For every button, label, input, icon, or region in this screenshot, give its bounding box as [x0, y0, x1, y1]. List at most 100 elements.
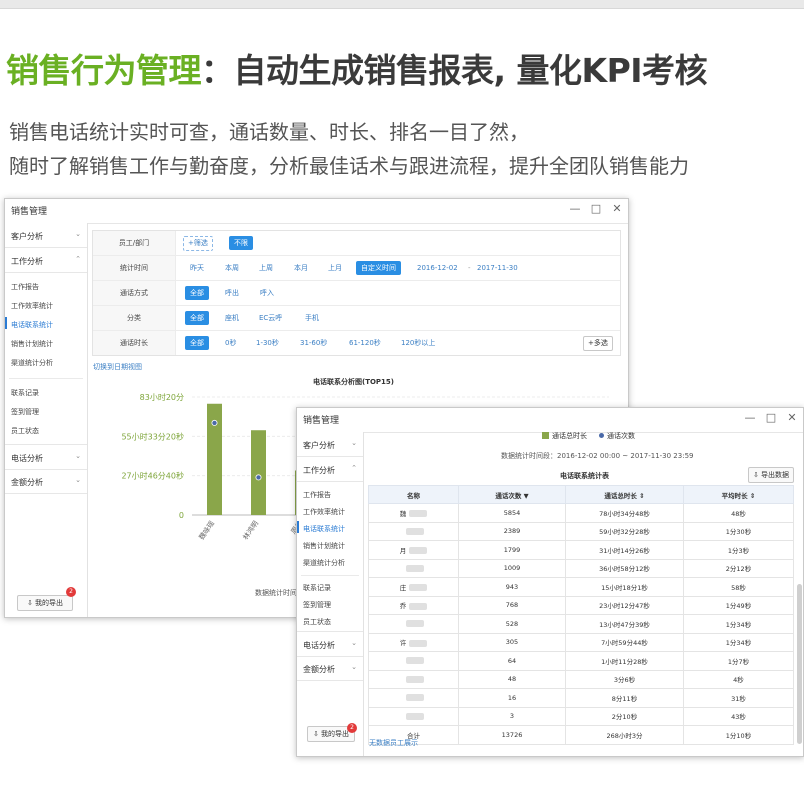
chart-title: 电话联系分析图(TOP15) [313, 378, 394, 386]
sidebar-item-sales-plan[interactable]: 销售计划统计 [11, 339, 53, 349]
cell-text: 2389 [503, 527, 521, 536]
table-row[interactable]: 64 1小时11分28秒 1分7秒 [368, 651, 794, 671]
filter-option[interactable]: 上周 [259, 262, 273, 275]
call-stats-table: 名称 通话次数 ▼ 通话总时长 ⇕ 平均时长 ⇕ 魏 5854 78小时34分48秒… [368, 485, 794, 745]
vertical-scrollbar[interactable] [797, 584, 802, 744]
table-row[interactable]: 月 1799 31小时14分26秒 1分3秒 [368, 540, 794, 560]
chevron-down-icon: ⌄ [75, 230, 81, 238]
filter-option[interactable]: 全部 [185, 336, 209, 350]
sidebar-group-customer[interactable]: 客户分析 ⌄ [297, 432, 363, 457]
sidebar-item-work-report[interactable]: 工作报告 [303, 490, 331, 500]
table-row[interactable]: 庄 943 15小时18分1秒 58秒 [368, 577, 794, 597]
table-cell-total: 31小时14分26秒 [565, 540, 684, 560]
show-no-data-staff-link[interactable]: 无数据员工展示 [369, 738, 418, 748]
minimize-icon[interactable]: — [743, 411, 757, 424]
sidebar-item-efficiency[interactable]: 工作效率统计 [11, 301, 53, 311]
filter-option[interactable]: 昨天 [190, 262, 204, 275]
table-row[interactable]: 528 13小时47分39秒 1分34秒 [368, 614, 794, 634]
export-label: 我的导出 [321, 730, 350, 738]
filter-option[interactable]: 手机 [305, 312, 319, 325]
sidebar-group-amount[interactable]: 金额分析 ⌄ [297, 656, 363, 681]
sidebar-group-customer[interactable]: 客户分析 ⌄ [5, 223, 87, 248]
table-cell-total: 268小时3分 [565, 725, 684, 745]
date-start-field[interactable]: 2016-12-02 [417, 262, 458, 275]
filter-option[interactable]: 自定义时间 [356, 261, 401, 275]
table-row[interactable]: 3 2分10秒 43秒 [368, 706, 794, 726]
sidebar-item-sales-plan[interactable]: 销售计划统计 [303, 541, 345, 551]
date-end-field[interactable]: 2017-11-30 [477, 262, 518, 275]
table-cell-name [368, 669, 459, 689]
table-cell-count: 768 [458, 595, 566, 615]
filter-option[interactable]: 0秒 [225, 337, 236, 350]
table-cell-avg: 1分10秒 [683, 725, 794, 745]
sidebar-group-phone[interactable]: 电话分析 ⌄ [297, 631, 363, 657]
col-header-total[interactable]: 通话总时长 ⇕ [565, 485, 684, 504]
filter-option[interactable]: 座机 [225, 312, 239, 325]
sidebar-item-call-stats[interactable]: 电话联系统计 [11, 320, 53, 330]
sidebar-item-work-report[interactable]: 工作报告 [11, 282, 39, 292]
maximize-icon[interactable]: □ [764, 411, 778, 424]
filter-option[interactable]: 全部 [185, 286, 209, 300]
sidebar-item-channel[interactable]: 渠道统计分析 [11, 358, 53, 368]
sidebar-group-work[interactable]: 工作分析 ⌃ [5, 248, 87, 273]
filter-option[interactable]: 31-60秒 [300, 337, 327, 350]
bar [251, 430, 266, 515]
table-row[interactable]: 16 8分11秒 31秒 [368, 688, 794, 708]
export-data-button[interactable]: ⇩ 导出数据 [748, 467, 794, 483]
cell-text: 7小时59分44秒 [601, 639, 648, 648]
filter-add-button[interactable]: +筛选 [183, 236, 213, 251]
table-cell-total: 36小时58分12秒 [565, 558, 684, 578]
filter-option[interactable]: 呼出 [225, 287, 239, 300]
minimize-icon[interactable]: — [568, 202, 582, 215]
table-cell-avg: 1分30秒 [683, 521, 794, 541]
sidebar-group-phone[interactable]: 电话分析 ⌄ [5, 444, 87, 470]
switch-date-view-link[interactable]: 切换到日期视图 [93, 362, 142, 372]
blurred-name [406, 620, 424, 628]
sidebar-group-amount[interactable]: 金额分析 ⌄ [5, 469, 87, 494]
table-row[interactable]: 魏 5854 78小时34分48秒 48秒 [368, 503, 794, 523]
headline-colon: ： [201, 51, 234, 90]
table-row[interactable]: 许 305 7小时59分44秒 1分34秒 [368, 632, 794, 652]
table-cell-name: 许 [368, 632, 459, 652]
my-export-button[interactable]: ⇩ 我的导出 [17, 595, 73, 611]
filter-option[interactable]: EC云呼 [259, 312, 282, 325]
sidebar-item-checkin[interactable]: 签到管理 [303, 600, 331, 610]
sidebar-item-contact-log[interactable]: 联系记录 [11, 388, 39, 398]
close-icon[interactable]: ✕ [785, 411, 799, 424]
col-header-avg[interactable]: 平均时长 ⇕ [683, 485, 794, 504]
sidebar-group-work[interactable]: 工作分析 ⌃ [297, 457, 363, 482]
col-header-count[interactable]: 通话次数 ▼ [458, 485, 566, 504]
sidebar-item-channel[interactable]: 渠道统计分析 [303, 558, 345, 568]
close-icon[interactable]: ✕ [610, 202, 624, 215]
filter-option[interactable]: 120秒以上 [401, 337, 435, 350]
y-axis-tick-label: 27小时46分40秒 [121, 471, 184, 481]
cell-text: 768 [505, 601, 519, 610]
sidebar-item-efficiency[interactable]: 工作效率统计 [303, 507, 345, 517]
filter-option[interactable]: 61-120秒 [349, 337, 381, 350]
sidebar-item-staff-status[interactable]: 员工状态 [11, 426, 39, 436]
filter-option[interactable]: 上月 [328, 262, 342, 275]
table-row[interactable]: 2389 59小时32分28秒 1分30秒 [368, 521, 794, 541]
filter-option[interactable]: 本周 [225, 262, 239, 275]
filter-option[interactable]: 1-30秒 [256, 337, 279, 350]
filter-option[interactable]: 不限 [229, 236, 253, 250]
sidebar-item-checkin[interactable]: 签到管理 [11, 407, 39, 417]
maximize-icon[interactable]: □ [589, 202, 603, 215]
multi-select-button[interactable]: +多选 [583, 336, 613, 351]
filter-option[interactable]: 本月 [294, 262, 308, 275]
sidebar-item-staff-status[interactable]: 员工状态 [303, 617, 331, 627]
cell-text: 13726 [501, 730, 523, 739]
filter-option[interactable]: 呼入 [260, 287, 274, 300]
sidebar-item-contact-log[interactable]: 联系记录 [303, 583, 331, 593]
table-row[interactable]: 1009 36小时58分12秒 2分12秒 [368, 558, 794, 578]
sidebar-item-call-stats[interactable]: 电话联系统计 [303, 524, 345, 534]
table-row[interactable]: 乔 768 23小时12分47秒 1分49秒 [368, 595, 794, 615]
filter-option[interactable]: 全部 [185, 311, 209, 325]
col-header-name[interactable]: 名称 [368, 485, 459, 504]
table-row[interactable]: 合计 13726 268小时3分 1分10秒 [368, 725, 794, 745]
legend-label: 通话总时长 [552, 432, 587, 440]
table-row[interactable]: 48 3分6秒 4秒 [368, 669, 794, 689]
filter-label: 员工/部门 [93, 231, 176, 255]
sidebar: 客户分析 ⌄ 工作分析 ⌃ 工作报告 工作效率统计 电话联系统计 销售计划统计 渠道… [5, 223, 88, 617]
sidebar-divider [301, 575, 359, 576]
